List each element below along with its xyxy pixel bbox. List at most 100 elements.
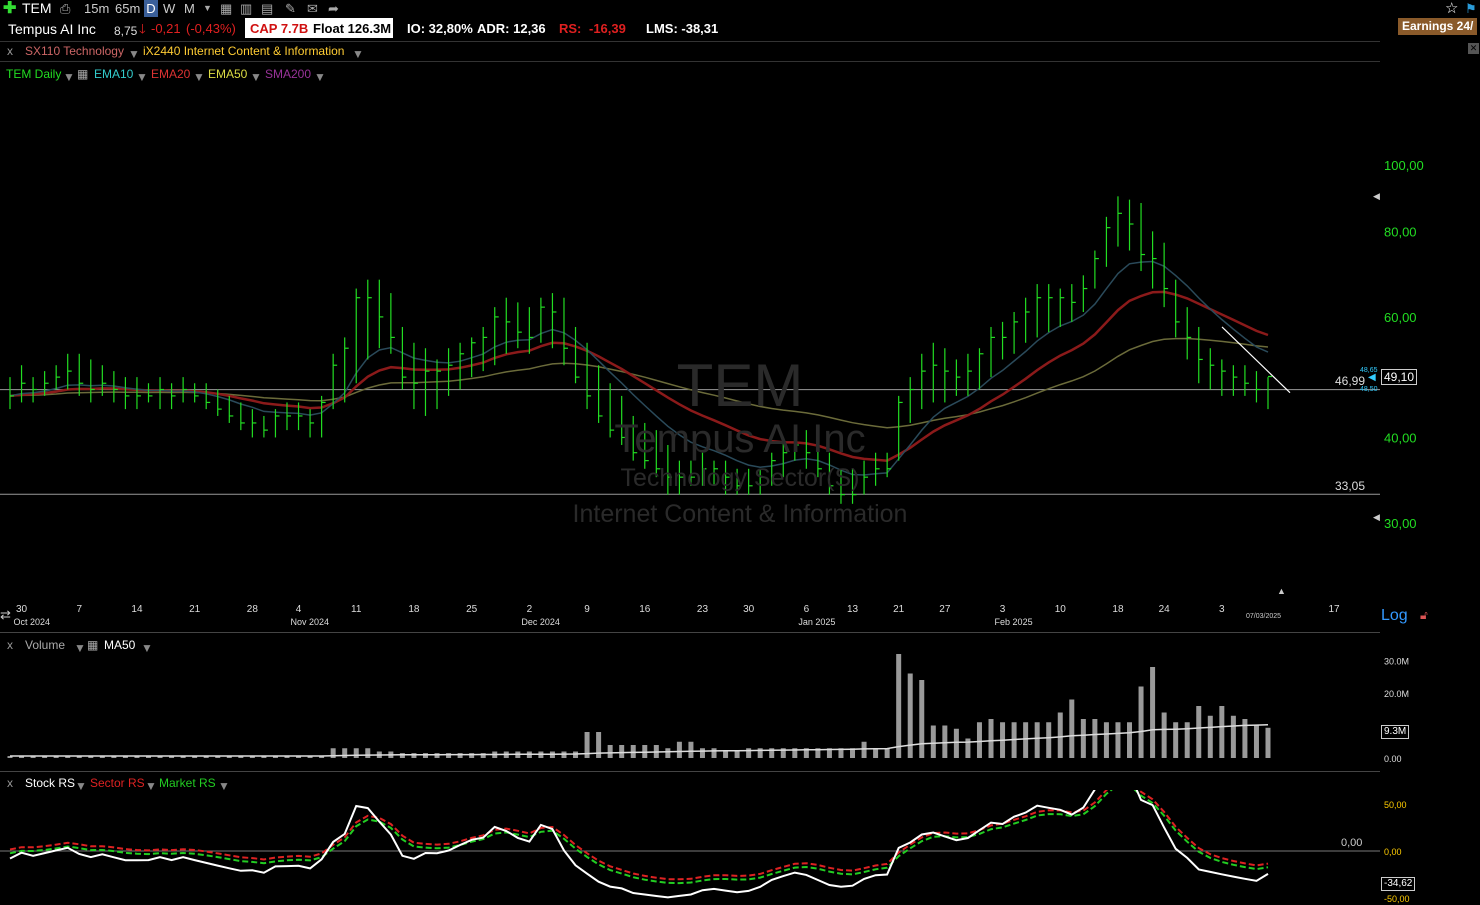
- stock-rs-label[interactable]: Stock RS: [25, 776, 75, 790]
- price-bar: [32, 377, 38, 403]
- timeframe-15m[interactable]: 15m: [84, 0, 109, 17]
- sma200-label[interactable]: SMA200: [265, 67, 311, 81]
- cursor-date-label: 07/03/2025: [1246, 613, 1281, 620]
- rs-close-button[interactable]: x: [7, 776, 13, 790]
- price-bar: [898, 395, 903, 461]
- layout-icon[interactable]: ▤: [261, 0, 273, 17]
- symbol-daily-label[interactable]: TEM Daily: [6, 67, 61, 81]
- volume-label[interactable]: Volume: [25, 638, 65, 652]
- symbol-label[interactable]: TEM: [22, 0, 52, 17]
- price-bar: [1094, 250, 1099, 289]
- price-bar: [124, 377, 130, 410]
- volume-ma-label[interactable]: MA50: [104, 638, 135, 652]
- volume-ma-dropdown-icon[interactable]: ▼: [141, 641, 153, 655]
- sector-name[interactable]: SX110 Technology: [25, 43, 124, 59]
- bar-chart-icon[interactable]: ▥: [240, 0, 252, 17]
- date-tick-label: 23: [697, 604, 709, 615]
- scroll-up-icon[interactable]: ▲: [1277, 586, 1286, 596]
- ema50-line: [9, 337, 1269, 429]
- date-tick-label: 2: [527, 604, 533, 615]
- flag-icon[interactable]: ⚑: [1465, 0, 1477, 17]
- price-bar: [701, 452, 707, 486]
- lock-icon[interactable]: 🔓︎: [1420, 608, 1428, 623]
- date-tick-label: 21: [893, 604, 905, 615]
- volume-tick-label: 20.0M: [1384, 689, 1409, 699]
- market-rs-label[interactable]: Market RS: [159, 776, 216, 790]
- volume-bar: [1219, 706, 1225, 758]
- zoom-arrows-icon[interactable]: ⇄: [0, 607, 11, 623]
- indicator-grid-icon[interactable]: ▦: [77, 67, 88, 81]
- volume-bar: [988, 719, 994, 758]
- timeframe-daily[interactable]: D: [144, 0, 158, 17]
- log-scale-toggle[interactable]: Log: [1381, 607, 1408, 625]
- sector-dropdown-icon[interactable]: ▼: [128, 46, 140, 62]
- price-bar: [909, 377, 915, 423]
- volume-bar: [365, 748, 371, 758]
- favorite-star-icon[interactable]: ☆: [1445, 0, 1458, 17]
- ema10-line: [9, 260, 1269, 476]
- volume-dropdown-icon[interactable]: ▼: [74, 641, 86, 655]
- volume-bar: [1161, 712, 1167, 758]
- sector-close-button[interactable]: x: [7, 43, 13, 59]
- timeframe-weekly[interactable]: W: [163, 0, 175, 17]
- volume-bar: [1127, 722, 1133, 758]
- price-tick-label: 60,00: [1384, 310, 1417, 325]
- rs-zero-label: 0,00: [1341, 837, 1363, 849]
- company-name: Tempus AI Inc: [8, 21, 96, 37]
- notes-icon[interactable]: ✉: [307, 0, 318, 17]
- market-rs-line: [9, 790, 1269, 885]
- timeframe-monthly[interactable]: M: [184, 0, 195, 17]
- quote-info-bar: Tempus AI Inc 8,75 🡓 -0,21 (-0,43%) CAP …: [0, 18, 1480, 40]
- share-icon[interactable]: ➦: [328, 0, 339, 17]
- earnings-badge[interactable]: Earnings 24/: [1398, 18, 1478, 35]
- industry-name[interactable]: iX2440 Internet Content & Information: [143, 43, 344, 59]
- timeframe-65m[interactable]: 65m: [115, 0, 140, 17]
- chart-type-icon[interactable]: ▦: [220, 0, 232, 17]
- ema20-label[interactable]: EMA20: [151, 67, 190, 81]
- pane-divider-2[interactable]: [0, 771, 1380, 772]
- scroll-left-lower-icon[interactable]: ◀: [1373, 512, 1380, 523]
- draw-icon[interactable]: ✎: [285, 0, 296, 17]
- volume-bar: [930, 725, 936, 758]
- date-tick-label: 17: [1328, 604, 1340, 615]
- ema20-dropdown-icon[interactable]: ▼: [193, 70, 205, 84]
- date-tick-label: 9: [584, 604, 590, 615]
- volume-bar: [342, 748, 348, 758]
- sector-rs-label[interactable]: Sector RS: [90, 776, 145, 790]
- month-label: Nov 2024: [291, 617, 330, 627]
- sma200-dropdown-icon[interactable]: ▼: [314, 70, 326, 84]
- volume-bar: [1150, 667, 1156, 758]
- volume-bar: [1103, 722, 1109, 758]
- rs-chart[interactable]: 50,00 0,00 -50,00: [0, 790, 1480, 905]
- volume-bar: [411, 753, 417, 758]
- print-icon[interactable]: ⎙: [60, 0, 70, 17]
- volume-bar: [1253, 725, 1259, 758]
- price-bar: [55, 365, 61, 390]
- price-bar: [1036, 284, 1042, 338]
- price-bar: [863, 460, 869, 495]
- volume-tick-label: 0.00: [1384, 754, 1402, 764]
- top-toolbar: ✚ TEM ⎙ 15m 65m D W M ▼ ▦ ▥ ▤ ✎ ✉ ➦ ☆ ⚑: [0, 0, 1480, 18]
- timeframe-dropdown-icon[interactable]: ▼: [203, 0, 212, 17]
- ema10-label[interactable]: EMA10: [94, 67, 133, 81]
- scroll-left-icon[interactable]: ◀: [1373, 191, 1380, 202]
- symbol-dropdown-icon[interactable]: ▼: [63, 70, 75, 84]
- date-tick-label: 14: [131, 604, 143, 615]
- date-tick-label: 24: [1159, 604, 1171, 615]
- ema50-dropdown-icon[interactable]: ▼: [250, 70, 262, 84]
- price-chart[interactable]: 100,00 80,00 60,00 40,00 30,00 30 7 14 21 28 4 11 18…: [0, 85, 1480, 630]
- industry-dropdown-icon[interactable]: ▼: [352, 46, 364, 62]
- volume-grid-icon[interactable]: ▦: [87, 638, 98, 652]
- pane-divider-1[interactable]: [0, 632, 1380, 633]
- volume-close-button[interactable]: x: [7, 638, 13, 652]
- price-bar: [621, 395, 626, 445]
- volume-chart[interactable]: 30.0M 20.0M 0.00: [0, 654, 1480, 770]
- close-panel-icon[interactable]: ✕: [1468, 43, 1479, 54]
- volume-bar: [1265, 727, 1271, 758]
- price-bar: [1105, 216, 1111, 267]
- add-symbol-icon[interactable]: ✚: [3, 0, 16, 17]
- ema50-label[interactable]: EMA50: [208, 67, 247, 81]
- price-bar: [413, 342, 418, 410]
- price-bar: [644, 422, 649, 469]
- ema10-dropdown-icon[interactable]: ▼: [136, 70, 148, 84]
